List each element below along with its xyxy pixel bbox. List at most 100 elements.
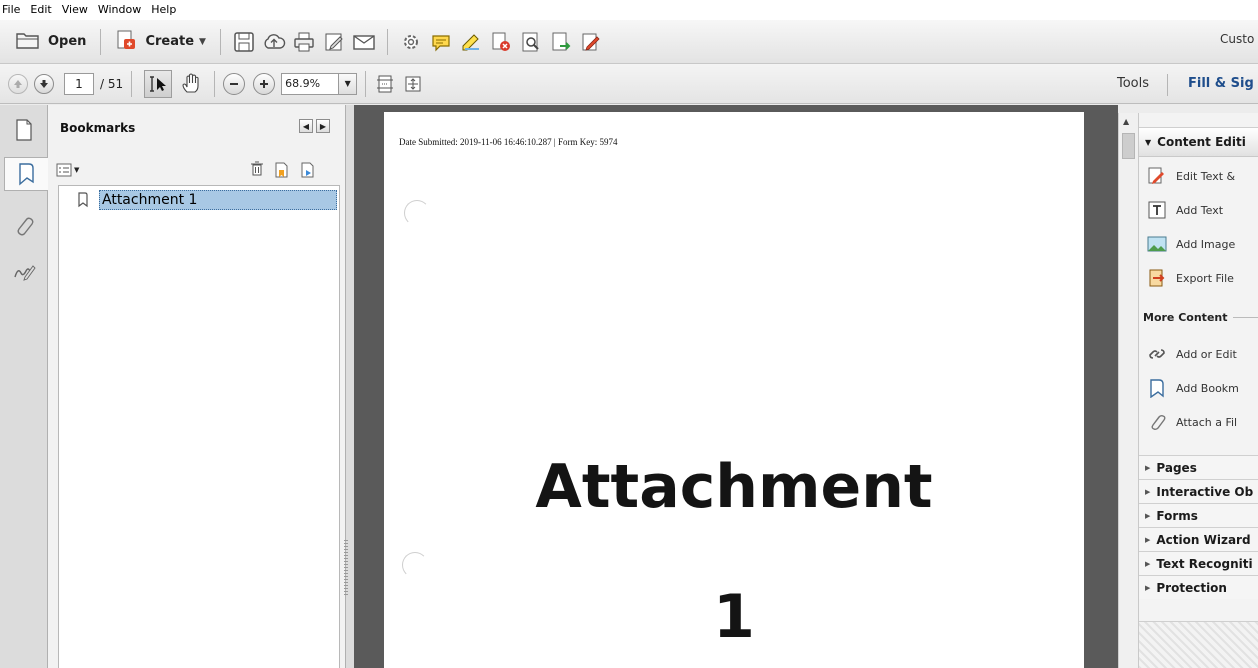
content-editing-section[interactable]: ▼ Content Editi <box>1139 127 1258 157</box>
edit-text-icon <box>1147 166 1167 186</box>
attach-file-item[interactable]: Attach a Fil <box>1147 411 1237 433</box>
protection-section[interactable]: ▶ Protection <box>1139 575 1258 599</box>
edit-text-icon[interactable] <box>576 27 606 57</box>
fit-page-icon <box>377 75 394 92</box>
edit-pencil-icon[interactable] <box>319 27 349 57</box>
expand-panel-button[interactable]: ▶ <box>316 119 330 133</box>
bookmarks-panel-button[interactable] <box>4 157 48 191</box>
bookmark-item[interactable]: Attachment 1 <box>77 190 337 210</box>
new-bookmark-button[interactable] <box>274 161 290 183</box>
page-thumbnails-button[interactable] <box>8 113 40 147</box>
interactive-objects-section[interactable]: ▶ Interactive Ob <box>1139 479 1258 503</box>
menu-window[interactable]: Window <box>93 0 146 20</box>
caret-right-icon: ▶ <box>1145 583 1151 592</box>
fill-sign-tab[interactable]: Fill & Sig <box>1188 64 1258 104</box>
divider <box>1232 317 1258 318</box>
scrollbar-thumb[interactable] <box>1122 133 1135 159</box>
submission-stamp: Date Submitted: 2019-11-06 16:46:10.287 … <box>399 137 618 147</box>
upload-cloud-icon[interactable] <box>259 27 289 57</box>
add-image-item[interactable]: Add Image <box>1147 233 1235 255</box>
toolbar-divider <box>365 70 367 97</box>
open-label: Open <box>48 34 87 49</box>
action-wizard-section[interactable]: ▶ Action Wizard <box>1139 527 1258 551</box>
text-box-icon <box>1147 200 1167 220</box>
link-icon <box>1147 344 1167 364</box>
open-button[interactable]: Open <box>10 27 92 57</box>
double-chevron-left-icon: ◀ <box>302 121 310 131</box>
bookmark-expand-icon <box>301 162 314 178</box>
hand-tool-button[interactable] <box>176 69 206 99</box>
toolbar-divider <box>219 28 221 55</box>
more-content-heading: More Content <box>1143 311 1258 324</box>
menu-file[interactable]: File <box>0 0 25 20</box>
caret-right-icon: ▶ <box>1145 463 1151 472</box>
add-edit-link-item[interactable]: Add or Edit <box>1147 343 1237 365</box>
email-icon[interactable] <box>349 27 379 57</box>
minus-icon <box>230 82 239 85</box>
previous-page-button[interactable] <box>8 73 28 94</box>
highlight-icon[interactable] <box>456 27 486 57</box>
menu-help[interactable]: Help <box>146 0 181 20</box>
attachments-button[interactable] <box>8 209 40 243</box>
page-heading-line2: 1 <box>713 582 755 652</box>
chevron-right-icon: ▶ <box>319 121 327 131</box>
bookmark-options-button[interactable]: ▼ <box>56 163 79 177</box>
caret-down-icon: ▼ <box>199 36 206 47</box>
edit-text-images-item[interactable]: Edit Text & <box>1147 165 1235 187</box>
page-heading-line1: Attachment <box>535 452 933 522</box>
bookmark-icon <box>1147 378 1167 398</box>
caret-right-icon: ▶ <box>1145 535 1151 544</box>
print-icon[interactable] <box>289 27 319 57</box>
create-button[interactable]: Create ▼ <box>109 27 212 57</box>
document-view: Date Submitted: 2019-11-06 16:46:10.287 … <box>354 105 1118 668</box>
zoom-out-button[interactable] <box>223 72 246 95</box>
add-text-item[interactable]: Add Text <box>1147 199 1223 221</box>
bookmark-list: Attachment 1 <box>58 185 340 668</box>
create-label: Create <box>145 34 195 49</box>
export-file-item[interactable]: Export File <box>1147 267 1234 289</box>
next-page-button[interactable] <box>34 73 54 94</box>
add-bookmark-item[interactable]: Add Bookm <box>1147 377 1239 399</box>
caret-right-icon: ▶ <box>1145 487 1151 496</box>
pdf-search-icon[interactable] <box>516 27 546 57</box>
save-icon[interactable] <box>229 27 259 57</box>
customize-label[interactable]: Custo <box>1220 32 1258 46</box>
navigation-toolbar: 1 / 51 68.9% ▼ Tools Fill & Sig <box>0 64 1258 104</box>
pane-empty-area <box>1139 621 1258 668</box>
caret-down-icon: ▼ <box>344 79 351 88</box>
forms-section[interactable]: ▶ Forms <box>1139 503 1258 527</box>
signatures-button[interactable] <box>8 255 40 289</box>
menu-edit[interactable]: Edit <box>25 0 56 20</box>
fit-page-button[interactable] <box>370 69 400 99</box>
scroll-up-icon[interactable]: ▲ <box>1123 117 1129 126</box>
acrobat-window: File Edit View Window Help Open Create ▼ <box>0 0 1258 668</box>
main-toolbar: Open Create ▼ Custo <box>0 20 1258 64</box>
bookmark-properties-button[interactable] <box>300 161 316 183</box>
zoom-in-button[interactable] <box>253 72 276 95</box>
page-number-input[interactable]: 1 <box>64 72 94 95</box>
toolbar-divider <box>1167 74 1168 96</box>
delete-bookmark-button[interactable] <box>250 161 264 181</box>
pdf-remove-icon[interactable] <box>486 27 516 57</box>
comment-icon[interactable] <box>426 27 456 57</box>
caret-down-icon: ▼ <box>1145 137 1152 147</box>
folder-icon <box>16 30 40 54</box>
text-recognition-section[interactable]: ▶ Text Recogniti <box>1139 551 1258 575</box>
caret-right-icon: ▶ <box>1145 559 1151 568</box>
splitter-grip[interactable] <box>344 540 348 595</box>
gear-icon[interactable] <box>396 27 426 57</box>
image-icon <box>1147 234 1167 254</box>
pdf-export-icon[interactable] <box>546 27 576 57</box>
paperclip-icon <box>17 217 34 236</box>
pages-section[interactable]: ▶ Pages <box>1139 455 1258 479</box>
menu-view[interactable]: View <box>57 0 93 20</box>
zoom-input[interactable]: 68.9% <box>281 72 340 95</box>
fit-width-button[interactable] <box>398 69 428 99</box>
zoom-dropdown-button[interactable]: ▼ <box>339 72 358 95</box>
menu-bar: File Edit View Window Help <box>0 0 1258 20</box>
tools-tab[interactable]: Tools <box>1117 64 1149 104</box>
document-scrollbar[interactable]: ▲ <box>1118 113 1138 668</box>
arrow-up-icon <box>14 79 22 88</box>
select-tool-button[interactable] <box>144 69 173 98</box>
collapse-panel-button[interactable]: ◀ <box>299 119 313 133</box>
